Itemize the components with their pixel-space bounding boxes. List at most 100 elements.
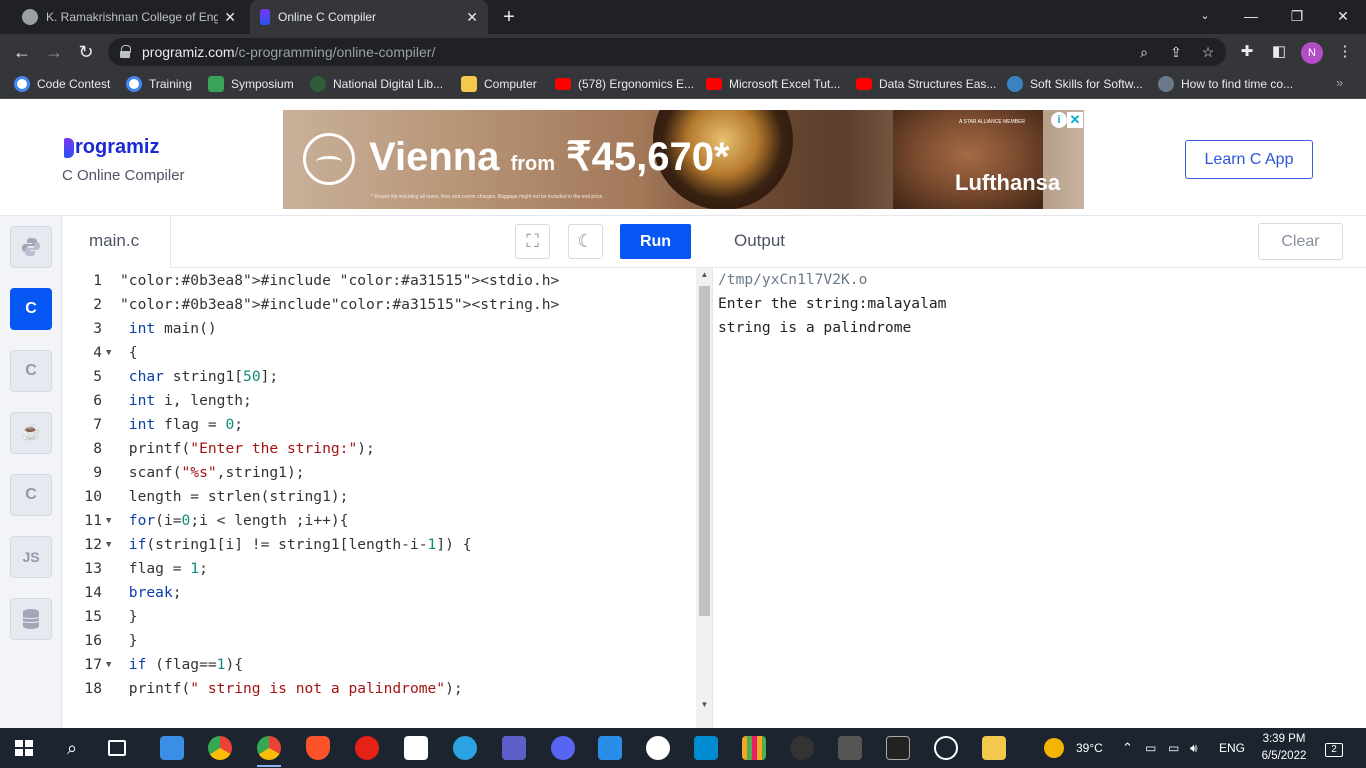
browser-tab-online-c-compiler[interactable]: Online C Compiler ✕ xyxy=(250,0,488,34)
input-language[interactable]: ENG xyxy=(1219,728,1245,768)
bookmark-computer[interactable]: Computer xyxy=(461,75,537,93)
tray-chevron-icon[interactable]: ⌃ xyxy=(1122,728,1133,768)
volume-icon[interactable]: 🔊︎ xyxy=(1190,728,1198,768)
media-player-icon[interactable] xyxy=(355,736,379,760)
code-line[interactable]: 5 char string1[50]; xyxy=(62,365,696,389)
code-line[interactable]: 2 "color:#0b3ea8">#include"color:#a31515"… xyxy=(62,293,696,317)
side-panel-icon[interactable]: ◧ xyxy=(1269,42,1289,62)
share-icon[interactable]: ⇪ xyxy=(1166,42,1186,62)
csharp-language-icon[interactable]: C xyxy=(10,474,52,516)
browser-tab-krce[interactable]: K. Ramakrishnan College of Engir ✕ xyxy=(12,0,246,34)
code-line[interactable]: 9 scanf("%s",string1); xyxy=(62,461,696,485)
code-line[interactable]: 13 flag = 1; xyxy=(62,557,696,581)
task-view-icon[interactable] xyxy=(108,740,126,756)
fold-arrow-icon[interactable]: ▼ xyxy=(106,341,111,365)
code-line[interactable]: 12 ▼ if(string1[i] != string1[length-i-1]… xyxy=(62,533,696,557)
more-bookmarks-icon[interactable]: » xyxy=(1336,75,1343,90)
tab-search-icon[interactable]: ⌄ xyxy=(1182,0,1228,34)
code-line[interactable]: 18 printf(" string is not a palindrome")… xyxy=(62,677,696,701)
code-editor[interactable]: 18 printf(" string is not a palindrome")… xyxy=(62,268,713,728)
close-tab-icon[interactable]: ✕ xyxy=(466,9,478,26)
game-icon[interactable] xyxy=(404,736,428,760)
profile-avatar[interactable]: N xyxy=(1301,42,1323,64)
minimize-icon[interactable]: — xyxy=(1228,0,1274,34)
forward-arrow-icon[interactable]: → xyxy=(40,38,68,66)
audio-app-icon[interactable] xyxy=(886,736,910,760)
code-line[interactable]: 10 length = strlen(string1); xyxy=(62,485,696,509)
windows-start-icon[interactable] xyxy=(12,736,36,760)
notification-center-icon[interactable]: 2 xyxy=(1323,728,1345,768)
c-language-icon[interactable]: C xyxy=(10,288,52,330)
vscode-icon[interactable] xyxy=(598,736,622,760)
sql-database-icon[interactable] xyxy=(10,598,52,640)
menu-kebab-icon[interactable]: ⋮ xyxy=(1335,42,1355,62)
bookmark-data-structures[interactable]: Data Structures Eas... xyxy=(856,75,996,93)
obs-icon[interactable] xyxy=(934,736,958,760)
learn-c-app-button[interactable]: Learn C App xyxy=(1185,140,1313,179)
reload-icon[interactable]: ↻ xyxy=(72,38,100,66)
cat-app-icon[interactable] xyxy=(838,736,862,760)
bookmark-ergonomics[interactable]: (578) Ergonomics E... xyxy=(555,75,694,93)
restore-icon[interactable]: ❐ xyxy=(1274,0,1320,34)
dark-mode-moon-icon[interactable]: ☾ xyxy=(568,224,603,259)
code-line[interactable]: 1 "color:#0b3ea8">#include "color:#a31515… xyxy=(62,269,696,293)
code-line[interactable]: 4 ▼ { xyxy=(62,341,696,365)
close-tab-icon[interactable]: ✕ xyxy=(224,9,236,26)
code-line[interactable]: 15 } xyxy=(62,605,696,629)
bookmark-soft-skills[interactable]: Soft Skills for Softw... xyxy=(1007,75,1143,93)
bookmark-code-contest[interactable]: Code Contest xyxy=(14,75,110,93)
arduino-icon[interactable] xyxy=(694,736,718,760)
fold-arrow-icon[interactable]: ▼ xyxy=(106,533,111,557)
scrollbar-thumb[interactable] xyxy=(699,286,710,616)
telegram-icon[interactable] xyxy=(453,736,477,760)
code-line[interactable]: 11 ▼ for(i=0;i < length ;i++){ xyxy=(62,509,696,533)
bookmark-symposium[interactable]: Symposium xyxy=(208,75,294,93)
new-tab-button[interactable]: + xyxy=(496,4,522,30)
code-line[interactable]: 14 break; xyxy=(62,581,696,605)
scroll-up-arrow-icon[interactable]: ▲ xyxy=(700,270,709,279)
programiz-logo[interactable]: rogramiz xyxy=(64,136,159,159)
file-explorer-icon[interactable] xyxy=(982,736,1006,760)
javascript-icon[interactable]: JS xyxy=(10,536,52,578)
fullscreen-icon[interactable]: ⛶ xyxy=(515,224,550,259)
davinci-icon[interactable] xyxy=(790,736,814,760)
bookmark-national-digital-library[interactable]: National Digital Lib... xyxy=(310,75,443,93)
advertisement-banner[interactable]: Vienna from ₹45,670* * Round trip includ… xyxy=(283,110,1084,209)
bookmark-star-icon[interactable]: ☆ xyxy=(1198,42,1218,62)
weather-temperature[interactable]: 39°C xyxy=(1076,728,1103,768)
code-line[interactable]: 17 ▼ if (flag==1){ xyxy=(62,653,696,677)
network-icon[interactable]: ▭ xyxy=(1145,728,1156,768)
ad-close-icon[interactable]: ✕ xyxy=(1067,112,1083,128)
code-line[interactable]: 3 int main() xyxy=(62,317,696,341)
output-console[interactable]: /tmp/yxCn1l7V2K.o Enter the string:malay… xyxy=(714,268,1366,728)
cpp-language-icon[interactable]: C xyxy=(10,350,52,392)
teams-icon[interactable] xyxy=(502,736,526,760)
grid-app-icon[interactable] xyxy=(742,736,766,760)
editor-scrollbar[interactable]: ▲ ▼ xyxy=(696,268,712,728)
file-tab-main-c[interactable]: main.c xyxy=(62,216,171,268)
code-line[interactable]: 6 int i, length; xyxy=(62,389,696,413)
fold-arrow-icon[interactable]: ▼ xyxy=(106,509,111,533)
fold-arrow-icon[interactable]: ▼ xyxy=(106,653,111,677)
this-pc-icon[interactable] xyxy=(160,736,184,760)
bookmark-training[interactable]: Training xyxy=(126,75,192,93)
chrome-icon[interactable] xyxy=(208,736,232,760)
ad-info-icon[interactable]: i xyxy=(1051,112,1067,128)
battery-icon[interactable]: ▭ xyxy=(1168,728,1179,768)
code-line[interactable]: 16 } xyxy=(62,629,696,653)
close-window-icon[interactable]: ✕ xyxy=(1320,0,1366,34)
zoom-icon[interactable]: ⌕ xyxy=(1134,42,1154,62)
search-icon[interactable]: ⌕ xyxy=(60,736,84,760)
word-icon[interactable] xyxy=(646,736,670,760)
scroll-down-arrow-icon[interactable]: ▼ xyxy=(700,700,709,709)
system-clock[interactable]: 3:39 PM 6/5/2022 xyxy=(1258,731,1310,765)
address-bar[interactable]: programiz.com/c-programming/online-compi… xyxy=(108,38,1226,66)
chrome-profile-icon[interactable] xyxy=(257,736,281,760)
discord-icon[interactable] xyxy=(551,736,575,760)
brave-icon[interactable] xyxy=(306,736,330,760)
bookmark-excel-tutorial[interactable]: Microsoft Excel Tut... xyxy=(706,75,840,93)
run-button[interactable]: Run xyxy=(620,224,691,259)
extensions-icon[interactable]: ✚ xyxy=(1237,42,1257,62)
code-line[interactable]: 7 int flag = 0; xyxy=(62,413,696,437)
code-line[interactable]: 8 printf("Enter the string:"); xyxy=(62,437,696,461)
